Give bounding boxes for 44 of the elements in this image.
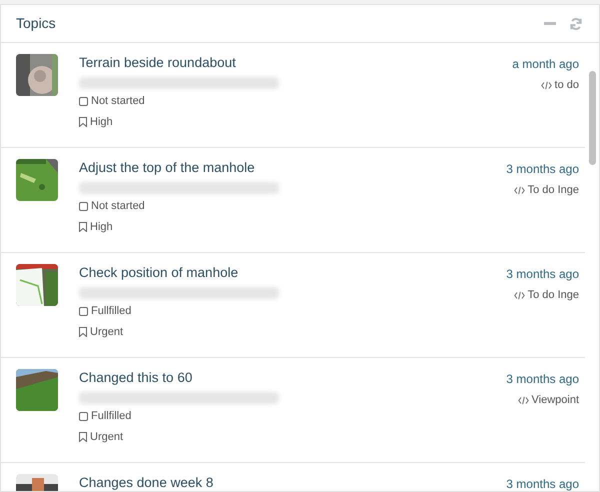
topic-row[interactable]: Terrain beside roundabout Not started High a month ago to do [1,43,585,148]
refresh-icon [569,16,583,30]
topic-title: Changed this to 60 [79,369,192,387]
bookmark-icon [79,117,87,127]
topic-time: a month ago [512,56,579,72]
topic-title: Adjust the top of the manhole [79,159,255,177]
square-icon [79,306,88,316]
status-text: Not started [91,199,145,213]
topic-row[interactable]: Adjust the top of the manhole Not started High 3 months ago To do Inge [1,148,585,253]
topic-title: Check position of manhole [79,264,238,282]
bookmark-icon [79,222,87,232]
code-icon [540,80,552,90]
topic-time: 3 months ago [506,161,579,177]
panel-title: Topics [16,14,56,33]
topic-label: To do Inge [528,288,579,302]
scrollbar-thumb[interactable] [589,71,596,165]
topic-row[interactable]: Changes done week 8 3 months ago [1,463,585,491]
topic-row[interactable]: Check position of manhole Fullfilled Urgent 3 months ago To do Inge [1,253,585,358]
topic-title: Changes done week 8 [79,474,214,491]
minus-icon [544,22,556,25]
bookmark-icon [79,432,87,442]
topic-time: 3 months ago [506,371,579,387]
priority-text: High [90,220,113,234]
priority-text: Urgent [90,325,124,339]
code-icon [514,186,525,194]
topic-row[interactable]: Changed this to 60 Fullfilled Urgent 3 months ago Viewpoint [1,358,585,463]
topic-time: 3 months ago [506,476,579,491]
topic-label: to do [554,78,579,92]
bookmark-icon [79,327,87,337]
refresh-button[interactable] [569,16,583,30]
status-text: Fullfilled [91,409,132,423]
code-icon [518,396,528,404]
topic-time: 3 months ago [506,266,579,282]
square-icon [79,412,88,420]
code-icon [514,290,525,300]
topic-label: Viewpoint [532,393,579,407]
priority-text: Urgent [90,430,124,444]
square-icon [79,202,88,210]
status-text: Fullfilled [91,304,132,318]
status-text: Not started [91,94,145,108]
priority-text: High [90,115,113,129]
square-icon [79,96,88,106]
topic-label: To do Inge [528,183,579,197]
topic-title: Terrain beside roundabout [79,54,236,72]
